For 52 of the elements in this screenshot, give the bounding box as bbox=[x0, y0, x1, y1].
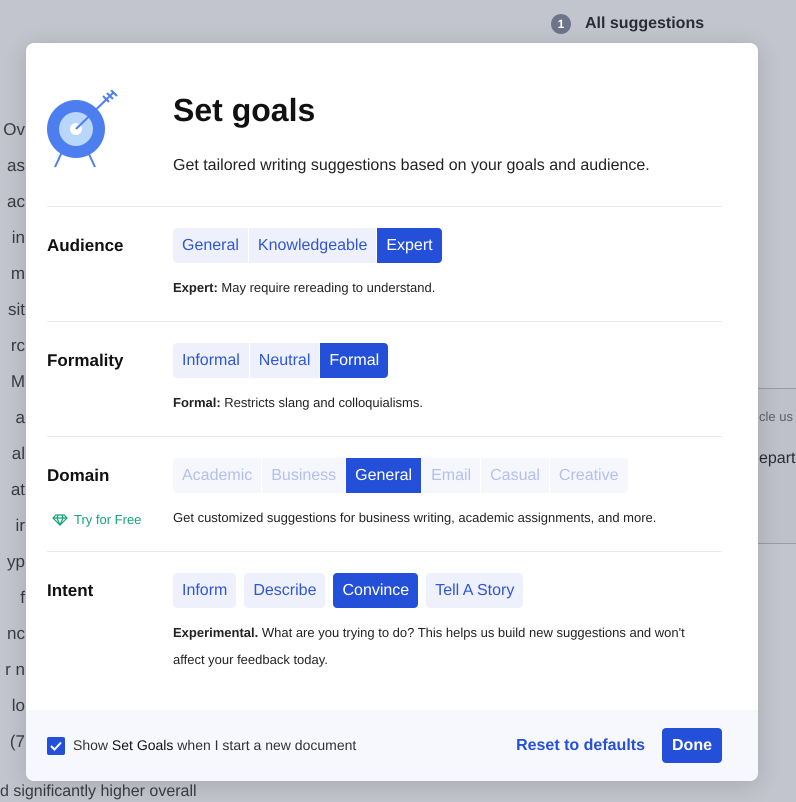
document-text: a bbox=[16, 408, 25, 428]
section-description: Experimental. What are you trying to do? This helps us build new suggestions and won't affect your feedback today. bbox=[173, 624, 686, 669]
count-badge: 1 bbox=[551, 14, 571, 34]
document-text: lo bbox=[12, 696, 25, 716]
diamond-icon bbox=[52, 514, 68, 526]
document-text: f bbox=[20, 588, 25, 608]
section-description: Formal: Restricts slang and colloquialisms. bbox=[173, 394, 423, 412]
option-button[interactable]: Convince bbox=[333, 573, 418, 608]
document-text: (7 bbox=[10, 732, 25, 752]
checkbox[interactable] bbox=[47, 736, 65, 754]
option-button[interactable]: Knowledgeable bbox=[248, 228, 376, 263]
document-text: ac bbox=[7, 192, 25, 212]
card-text: epart bbox=[759, 448, 796, 468]
option-button[interactable]: Inform bbox=[173, 573, 236, 608]
section-description: Expert: May require rereading to understand. bbox=[173, 279, 436, 297]
document-text: yp bbox=[7, 552, 25, 572]
reset-link[interactable]: Reset to defaults bbox=[516, 734, 645, 758]
document-text: nc bbox=[7, 624, 25, 644]
suggestions-title: All suggestions bbox=[585, 14, 704, 34]
option-button[interactable]: General bbox=[346, 458, 422, 493]
option-button[interactable]: Informal bbox=[173, 343, 249, 378]
section-description: Get customized suggestions for business writing, academic assignments, and more. bbox=[173, 509, 656, 527]
document-text: in bbox=[12, 228, 25, 248]
document-text: ir bbox=[16, 516, 25, 536]
option-button[interactable]: Expert bbox=[377, 228, 442, 263]
document-text: rc bbox=[10, 336, 25, 356]
document-text: Ov bbox=[3, 120, 25, 140]
section-label: Audience bbox=[47, 235, 124, 257]
option-button[interactable]: Describe bbox=[244, 573, 326, 608]
check-icon bbox=[50, 740, 62, 750]
document-text: m bbox=[10, 264, 25, 284]
target-icon bbox=[47, 90, 119, 168]
document-text: M bbox=[10, 372, 25, 392]
dialog-title: Set goals bbox=[173, 91, 316, 130]
document-text: sit bbox=[8, 300, 25, 320]
show-goals-checkbox[interactable]: Show Set Goals when I start a new document bbox=[47, 735, 356, 756]
card-text: cle us bbox=[759, 408, 794, 426]
option-button[interactable]: General bbox=[173, 228, 248, 263]
section-label: Domain bbox=[47, 465, 110, 487]
section-label: Formality bbox=[47, 350, 124, 372]
document-text: d significantly higher overall bbox=[0, 782, 197, 801]
try-free-link[interactable]: Try for Free bbox=[52, 510, 142, 530]
option-button[interactable]: Neutral bbox=[250, 343, 320, 378]
option-button[interactable]: Tell A Story bbox=[426, 573, 524, 608]
section-label: Intent bbox=[47, 580, 94, 602]
done-button[interactable]: Done bbox=[662, 728, 722, 763]
option-button[interactable]: Formal bbox=[320, 343, 388, 378]
document-text: al bbox=[12, 444, 25, 464]
document-text: r n bbox=[5, 660, 25, 680]
document-text: as bbox=[7, 156, 25, 176]
document-text: at bbox=[10, 480, 25, 500]
dialog-subtitle: Get tailored writing suggestions based on your goals and audience. bbox=[173, 156, 650, 176]
